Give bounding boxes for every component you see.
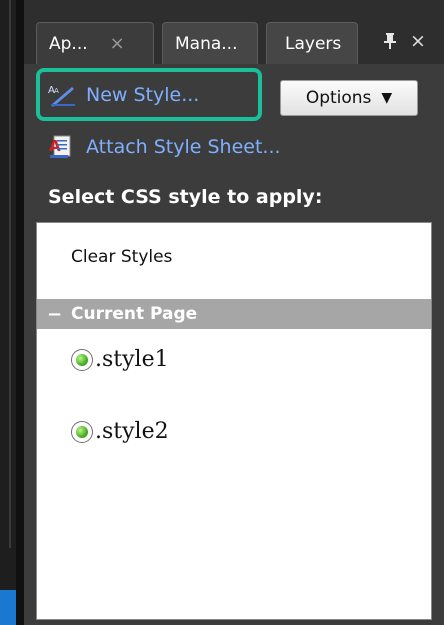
new-style-button[interactable]: A A New Style... xyxy=(36,68,262,121)
current-page-label: Current Page xyxy=(71,304,198,324)
options-label: Options xyxy=(305,88,372,108)
css-style-list: Clear Styles − Current Page .style1 .sty… xyxy=(36,222,432,620)
left-pane-divider xyxy=(9,0,11,548)
new-style-icon: A A xyxy=(48,85,75,107)
options-dropdown-button[interactable]: Options ▼ xyxy=(280,80,418,116)
left-pane-selection xyxy=(0,590,16,625)
svg-text:A: A xyxy=(54,87,59,95)
tab-manage-styles[interactable]: Mana... xyxy=(162,22,258,64)
pane-gap xyxy=(16,0,24,625)
style-bullet-icon xyxy=(71,420,93,443)
new-style-label: New Style... xyxy=(86,83,200,106)
tab-label: Mana... xyxy=(175,33,238,54)
style-bullet-icon xyxy=(71,348,93,371)
attach-style-sheet-icon: A xyxy=(49,135,71,158)
svg-text:A: A xyxy=(49,137,61,155)
style-list-item[interactable]: .style2 xyxy=(71,419,169,444)
panel-tab-bar: Ap... × Mana... Layers × xyxy=(24,0,444,64)
attach-style-sheet-link[interactable]: A Attach Style Sheet... xyxy=(48,132,281,162)
tab-apply-styles[interactable]: Ap... × xyxy=(36,22,154,64)
tab-close-icon[interactable]: × xyxy=(110,33,125,54)
tab-label: Ap... xyxy=(49,33,88,54)
tab-label: Layers xyxy=(285,33,342,54)
collapse-minus-icon[interactable]: − xyxy=(47,304,62,325)
apply-styles-panel: Ap... × Mana... Layers × A A New Style..… xyxy=(24,0,444,625)
style-list-item[interactable]: .style1 xyxy=(71,347,169,372)
left-pane-edge xyxy=(0,0,16,625)
current-page-group-header[interactable]: − Current Page xyxy=(37,299,431,329)
style-name: .style1 xyxy=(95,347,169,372)
select-style-heading: Select CSS style to apply: xyxy=(48,186,323,208)
close-icon[interactable]: × xyxy=(410,30,426,52)
pin-icon[interactable] xyxy=(382,32,398,55)
chevron-down-icon: ▼ xyxy=(381,90,393,106)
tab-layers[interactable]: Layers xyxy=(266,22,358,64)
style-name: .style2 xyxy=(95,419,169,444)
clear-styles-item[interactable]: Clear Styles xyxy=(71,247,172,267)
pin-icon-shape xyxy=(384,33,396,49)
attach-style-sheet-label: Attach Style Sheet... xyxy=(86,136,281,158)
